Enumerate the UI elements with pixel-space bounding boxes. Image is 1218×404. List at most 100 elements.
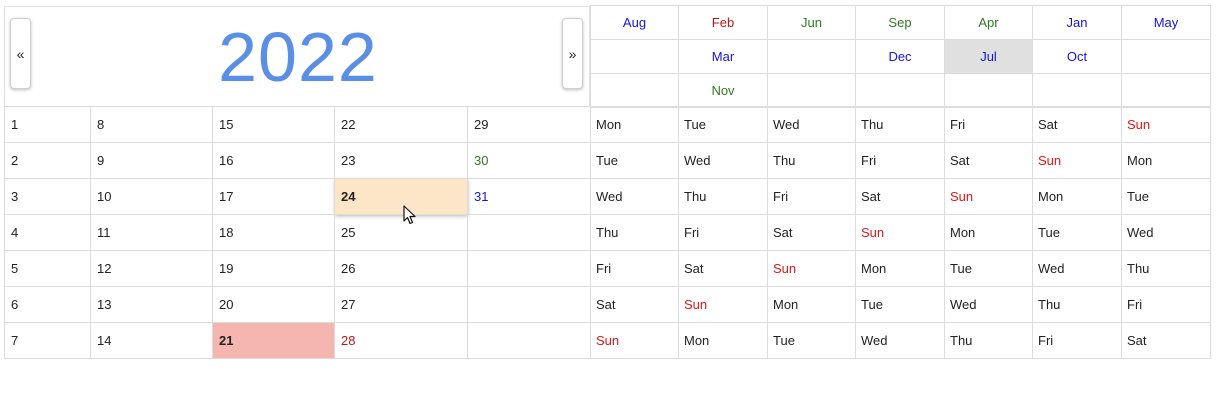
weekday-cell-sat[interactable]: Sat: [1032, 106, 1122, 143]
weekday-cell-tue[interactable]: Tue: [678, 106, 768, 143]
day-cell-16[interactable]: 16: [212, 142, 335, 179]
day-cell-15[interactable]: 15: [212, 106, 335, 143]
weekday-cell-sat[interactable]: Sat: [944, 142, 1033, 179]
weekday-cell-thu[interactable]: Thu: [590, 214, 679, 251]
day-cell-empty: [467, 214, 591, 251]
weekday-cell-mon[interactable]: Mon: [767, 286, 856, 323]
day-cell-9[interactable]: 9: [90, 142, 213, 179]
day-cell-22[interactable]: 22: [334, 106, 468, 143]
weekday-cell-sat[interactable]: Sat: [678, 250, 768, 287]
month-cell-feb[interactable]: Feb: [678, 5, 768, 40]
day-cell-8[interactable]: 8: [90, 106, 213, 143]
day-cell-14[interactable]: 14: [90, 322, 213, 359]
day-cell-10[interactable]: 10: [90, 178, 213, 215]
weekday-cell-fri[interactable]: Fri: [590, 250, 679, 287]
weekday-cell-tue[interactable]: Tue: [944, 250, 1033, 287]
day-cell-19[interactable]: 19: [212, 250, 335, 287]
weekday-cell-sun[interactable]: Sun: [1032, 142, 1122, 179]
day-cell-27[interactable]: 27: [334, 286, 468, 323]
weekday-cell-wed[interactable]: Wed: [590, 178, 679, 215]
weekday-cell-fri[interactable]: Fri: [944, 106, 1033, 143]
day-cell-1[interactable]: 1: [4, 106, 91, 143]
month-cell-mar[interactable]: Mar: [678, 39, 768, 74]
weekday-cell-thu[interactable]: Thu: [678, 178, 768, 215]
weekday-cell-wed[interactable]: Wed: [678, 142, 768, 179]
weekday-cell-wed[interactable]: Wed: [855, 322, 945, 359]
day-row: 5 12 19 26: [4, 250, 591, 287]
day-cell-7[interactable]: 7: [4, 322, 91, 359]
weekday-cell-fri[interactable]: Fri: [1032, 322, 1122, 359]
day-cell-17[interactable]: 17: [212, 178, 335, 215]
day-cell-24[interactable]: 24: [334, 178, 468, 215]
weekday-cell-tue[interactable]: Tue: [1121, 178, 1211, 215]
day-cell-empty: [467, 250, 591, 287]
month-cell-jul[interactable]: Jul: [944, 39, 1033, 74]
weekday-cell-thu[interactable]: Thu: [944, 322, 1033, 359]
weekday-cell-sat[interactable]: Sat: [855, 178, 945, 215]
weekday-cell-tue[interactable]: Tue: [1032, 214, 1122, 251]
day-cell-26[interactable]: 26: [334, 250, 468, 287]
day-cell-2[interactable]: 2: [4, 142, 91, 179]
day-cell-5[interactable]: 5: [4, 250, 91, 287]
day-cell-31[interactable]: 31: [467, 178, 591, 215]
day-cell-6[interactable]: 6: [4, 286, 91, 323]
weekday-cell-mon[interactable]: Mon: [944, 214, 1033, 251]
weekday-cell-sat[interactable]: Sat: [1121, 322, 1211, 359]
weekday-cell-wed[interactable]: Wed: [1032, 250, 1122, 287]
day-cell-11[interactable]: 11: [90, 214, 213, 251]
next-year-button[interactable]: »: [562, 18, 583, 89]
month-cell-sep[interactable]: Sep: [855, 5, 945, 40]
weekday-cell-thu[interactable]: Thu: [855, 106, 945, 143]
weekday-cell-sat[interactable]: Sat: [590, 286, 679, 323]
weekday-cell-tue[interactable]: Tue: [767, 322, 856, 359]
weekday-cell-sun[interactable]: Sun: [1121, 106, 1211, 143]
month-cell-aug[interactable]: Aug: [590, 5, 679, 40]
month-cell-nov[interactable]: Nov: [678, 73, 768, 108]
weekday-cell-wed[interactable]: Wed: [944, 286, 1033, 323]
weekday-cell-mon[interactable]: Mon: [678, 322, 768, 359]
weekday-cell-thu[interactable]: Thu: [1121, 250, 1211, 287]
weekday-cell-fri[interactable]: Fri: [855, 142, 945, 179]
month-cell-empty: [1121, 39, 1211, 74]
weekday-cell-mon[interactable]: Mon: [855, 250, 945, 287]
month-cell-apr[interactable]: Apr: [944, 5, 1033, 40]
weekday-cell-sun[interactable]: Sun: [767, 250, 856, 287]
weekday-cell-mon[interactable]: Mon: [1121, 142, 1211, 179]
month-cell-dec[interactable]: Dec: [855, 39, 945, 74]
day-cell-21[interactable]: 21: [212, 322, 335, 359]
day-cell-13[interactable]: 13: [90, 286, 213, 323]
day-cell-4[interactable]: 4: [4, 214, 91, 251]
weekday-cell-fri[interactable]: Fri: [1121, 286, 1211, 323]
weekday-cell-fri[interactable]: Fri: [678, 214, 768, 251]
month-cell-empty: [1032, 73, 1122, 108]
month-cell-jan[interactable]: Jan: [1032, 5, 1122, 40]
day-cell-20[interactable]: 20: [212, 286, 335, 323]
day-cell-23[interactable]: 23: [334, 142, 468, 179]
day-cell-25[interactable]: 25: [334, 214, 468, 251]
weekday-cell-sun[interactable]: Sun: [944, 178, 1033, 215]
weekday-cell-wed[interactable]: Wed: [767, 106, 856, 143]
weekday-cell-wed[interactable]: Wed: [1121, 214, 1211, 251]
day-cell-3[interactable]: 3: [4, 178, 91, 215]
weekday-cell-tue[interactable]: Tue: [855, 286, 945, 323]
weekday-cell-thu[interactable]: Thu: [1032, 286, 1122, 323]
day-cell-28[interactable]: 28: [334, 322, 468, 359]
day-cell-18[interactable]: 18: [212, 214, 335, 251]
weekday-cell-sat[interactable]: Sat: [767, 214, 856, 251]
weekday-cell-thu[interactable]: Thu: [767, 142, 856, 179]
weekday-cell-mon[interactable]: Mon: [1032, 178, 1122, 215]
month-cell-empty: [590, 73, 679, 108]
weekday-cell-sun[interactable]: Sun: [678, 286, 768, 323]
weekday-cell-mon[interactable]: Mon: [590, 106, 679, 143]
day-cell-29[interactable]: 29: [467, 106, 591, 143]
month-cell-may[interactable]: May: [1121, 5, 1211, 40]
day-cell-30[interactable]: 30: [467, 142, 591, 179]
weekday-cell-tue[interactable]: Tue: [590, 142, 679, 179]
day-row: 2 9 16 23 30: [4, 142, 591, 179]
weekday-cell-sun[interactable]: Sun: [590, 322, 679, 359]
day-cell-12[interactable]: 12: [90, 250, 213, 287]
month-cell-oct[interactable]: Oct: [1032, 39, 1122, 74]
weekday-cell-sun[interactable]: Sun: [855, 214, 945, 251]
weekday-cell-fri[interactable]: Fri: [767, 178, 856, 215]
month-cell-jun[interactable]: Jun: [767, 5, 856, 40]
